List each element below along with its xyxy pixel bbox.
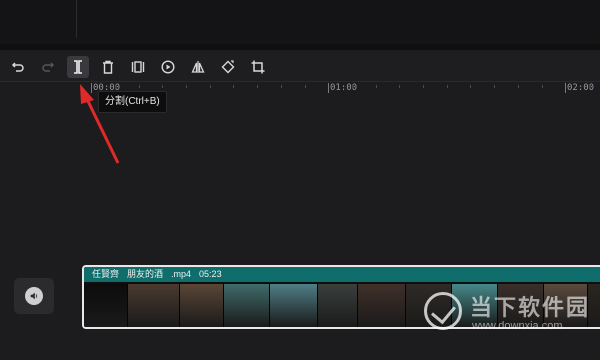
watermark-logo-icon: [424, 292, 462, 330]
crop-button[interactable]: [247, 56, 269, 78]
mirror-button[interactable]: [187, 56, 209, 78]
ruler-minor-tick: [470, 85, 471, 88]
ruler-minor-tick: [399, 85, 400, 88]
ruler-minor-tick: [233, 85, 234, 88]
preview-area: [0, 0, 600, 50]
timeline-toolbar: [0, 52, 600, 82]
ruler-minor-tick: [376, 85, 377, 88]
freeze-frame-icon: [131, 61, 145, 73]
ruler-minor-tick: [518, 85, 519, 88]
panel-divider: [76, 0, 77, 38]
ruler-minor-tick: [589, 85, 590, 88]
undo-icon: [11, 62, 24, 72]
ruler-minor-tick: [281, 85, 282, 88]
clip-thumbnail: [318, 284, 358, 327]
freeze-frame-button[interactable]: [127, 56, 149, 78]
ruler-minor-tick: [139, 85, 140, 88]
clip-thumbnail: [180, 284, 224, 327]
clip-duration: 05:23: [199, 269, 222, 279]
ruler-minor-tick: [447, 85, 448, 88]
split-tooltip: 分割(Ctrl+B): [98, 91, 167, 113]
reverse-button[interactable]: [157, 56, 179, 78]
watermark-url: www.downxia.com: [472, 320, 563, 332]
ruler-major-tick: [565, 83, 566, 93]
crop-icon: [251, 60, 265, 74]
ruler-minor-tick: [115, 85, 116, 88]
ruler-major-tick: [91, 83, 92, 93]
clip-title: 朋友的酒: [127, 269, 164, 279]
ruler-minor-tick: [542, 85, 543, 88]
volume-button[interactable]: [14, 278, 54, 314]
clip-thumbnail: [84, 284, 128, 327]
rotate-icon: [221, 60, 235, 74]
rotate-button[interactable]: [217, 56, 239, 78]
ruler-minor-tick: [186, 85, 187, 88]
undo-button[interactable]: [7, 56, 29, 78]
ruler-minor-tick: [423, 85, 424, 88]
delete-button[interactable]: [97, 56, 119, 78]
watermark-name: 当下软件园: [470, 296, 591, 321]
clip-thumbnail: [224, 284, 270, 327]
site-watermark: 当下软件园 www.downxia.com: [420, 288, 598, 340]
ruler-label-2: 02:00: [567, 83, 595, 93]
ruler-minor-tick: [162, 85, 163, 88]
ruler-minor-tick: [494, 85, 495, 88]
ruler-minor-tick: [257, 85, 258, 88]
ruler-minor-tick: [352, 85, 353, 88]
timeline-ruler[interactable]: 00:00 01:00 02:00: [0, 82, 600, 96]
reverse-icon: [161, 60, 175, 74]
redo-icon: [42, 62, 55, 72]
mirror-icon: [191, 61, 205, 73]
clip-thumbnail: [270, 284, 318, 327]
ruler-minor-tick: [210, 85, 211, 88]
speaker-icon: [25, 287, 43, 305]
clip-thumbnail: [358, 284, 406, 327]
split-button[interactable]: [67, 56, 89, 78]
clip-artist: 任賢齊: [92, 269, 120, 279]
ruler-label-1: 01:00: [330, 83, 358, 93]
redo-button[interactable]: [37, 56, 59, 78]
clip-extension: .mp4: [171, 269, 192, 279]
clip-thumbnail: [128, 284, 180, 327]
delete-icon: [103, 60, 113, 74]
ruler-major-tick: [328, 83, 329, 93]
split-icon: [74, 60, 82, 74]
clip-header: 任賢齊 朋友的酒 .mp4 05:23: [84, 267, 600, 282]
panel-separator: [0, 44, 600, 50]
ruler-minor-tick: [305, 85, 306, 88]
